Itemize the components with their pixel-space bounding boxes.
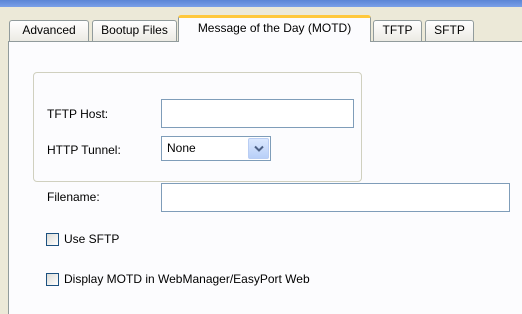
chevron-down-icon [254,145,264,152]
http-tunnel-selected-value: None [167,141,196,155]
dropdown-button[interactable] [248,138,269,159]
tab-message-of-the-day[interactable]: Message of the Day (MOTD) [178,15,371,42]
display-motd-label: Display MOTD in WebManager/EasyPort Web [64,272,310,286]
http-tunnel-label: HTTP Tunnel: [47,143,121,157]
tab-advanced[interactable]: Advanced [9,20,89,41]
filename-label: Filename: [47,190,100,204]
tab-sftp[interactable]: SFTP [425,20,474,41]
tab-bootup-files[interactable]: Bootup Files [92,20,177,41]
tab-tftp[interactable]: TFTP [373,20,422,41]
filename-input[interactable] [161,183,510,212]
use-sftp-checkbox[interactable] [46,233,59,246]
tftp-host-input[interactable] [161,99,354,128]
tftp-host-label: TFTP Host: [47,107,109,121]
display-motd-checkbox[interactable] [46,273,59,286]
use-sftp-label: Use SFTP [64,232,120,246]
window-title-bar-edge [0,0,522,7]
http-tunnel-select[interactable]: None [161,136,271,161]
